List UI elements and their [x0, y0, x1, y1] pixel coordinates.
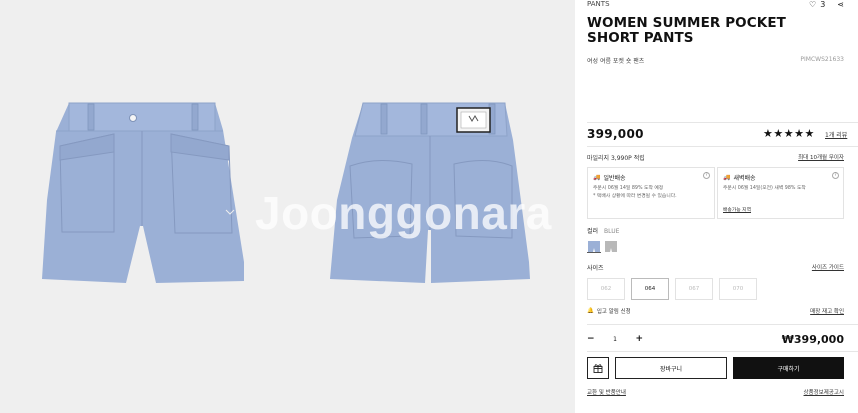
- rating-stars: ★★★★★: [763, 127, 815, 140]
- color-label: 컬러 BLUE: [587, 226, 619, 235]
- total-price: ₩399,000: [781, 333, 844, 346]
- color-swatch-blue[interactable]: [587, 240, 601, 253]
- installment-link[interactable]: 최대 10개월 무이자: [798, 153, 844, 161]
- watermark: Joonggonara: [255, 187, 552, 239]
- plus-button[interactable]: +: [635, 334, 643, 344]
- buy-now-button[interactable]: 구매하기: [733, 357, 844, 379]
- category-label[interactable]: PANTS: [587, 0, 610, 8]
- color-value: BLUE: [604, 228, 620, 235]
- divider: [587, 324, 858, 325]
- heart-icon[interactable]: ♡: [809, 0, 816, 9]
- help-icon[interactable]: ?: [832, 172, 839, 179]
- header-actions: ♡ 3 ⋖: [809, 0, 844, 9]
- page-title: WOMEN SUMMER POCKET SHORT PANTS: [587, 16, 786, 46]
- add-to-cart-button[interactable]: 장바구니: [615, 357, 727, 379]
- standard-shipping-title: 일반배송: [603, 175, 626, 182]
- truck-icon: 🚚: [593, 174, 601, 181]
- review-count-link[interactable]: 1개 리뷰: [825, 130, 847, 139]
- quantity-value[interactable]: 1: [613, 336, 617, 343]
- minus-button[interactable]: −: [587, 334, 595, 344]
- restock-alert[interactable]: 🔔 입고 알림 신청: [587, 307, 631, 315]
- points-info: 마일리지 3,990P 적립: [587, 155, 645, 162]
- share-icon[interactable]: ⋖: [837, 0, 844, 9]
- size-option-070[interactable]: 070: [719, 278, 757, 300]
- color-label-text: 컬러: [587, 228, 599, 235]
- product-code: PIMCWS21633: [800, 56, 844, 63]
- size-option-067[interactable]: 067: [675, 278, 713, 300]
- dawn-shipping-title: 새벽배송: [733, 175, 756, 182]
- divider: [587, 122, 858, 123]
- color-swatch-gray[interactable]: [604, 240, 618, 253]
- size-option-064[interactable]: 064: [631, 278, 669, 300]
- title-line-1: WOMEN SUMMER POCKET: [587, 15, 786, 31]
- product-gallery[interactable]: Joonggonara: [0, 0, 575, 413]
- delivery-area-link[interactable]: 배송가능 지역: [723, 206, 751, 213]
- title-line-2: SHORT PANTS: [587, 30, 694, 46]
- size-guide-link[interactable]: 사이즈 가이드: [812, 263, 844, 271]
- product-info-panel: PANTS ♡ 3 ⋖ WOMEN SUMMER POCKET SHORT PA…: [575, 0, 858, 413]
- store-stock-link[interactable]: 매장 재고 확인: [810, 307, 844, 315]
- size-option-062[interactable]: 062: [587, 278, 625, 300]
- standard-shipping-box: 🚚 일반배송 주문시 06월 14일 89% 도착 예정 * 택배사 상황에 따라…: [587, 167, 715, 219]
- help-icon[interactable]: ?: [703, 172, 710, 179]
- gift-button[interactable]: [587, 357, 609, 379]
- divider: [587, 351, 858, 352]
- product-price: 399,000: [587, 127, 644, 141]
- quantity-stepper: − 1 +: [587, 331, 643, 347]
- bell-icon: 🔔: [587, 308, 594, 314]
- product-subtitle: 여성 여름 포켓 숏 팬츠: [587, 58, 645, 65]
- standard-shipping-eta: 주문시 06월 14일 89% 도착 예정: [593, 186, 664, 191]
- product-info-link[interactable]: 상품정보제공고시: [804, 388, 844, 396]
- restock-label: 입고 알림 신청: [596, 309, 631, 315]
- return-policy-link[interactable]: 교환 및 반품안내: [587, 388, 626, 396]
- gift-icon: [593, 364, 603, 373]
- size-label: 사이즈: [587, 265, 604, 272]
- like-count: 3: [820, 0, 826, 9]
- standard-shipping-note: * 택배사 상황에 따라 변경될 수 있습니다.: [593, 194, 677, 199]
- dawn-shipping-eta: 주문시 06월 14일(오전) 새벽 98% 도착: [723, 186, 806, 191]
- divider: [587, 146, 858, 147]
- moon-truck-icon: 🚚: [723, 174, 731, 181]
